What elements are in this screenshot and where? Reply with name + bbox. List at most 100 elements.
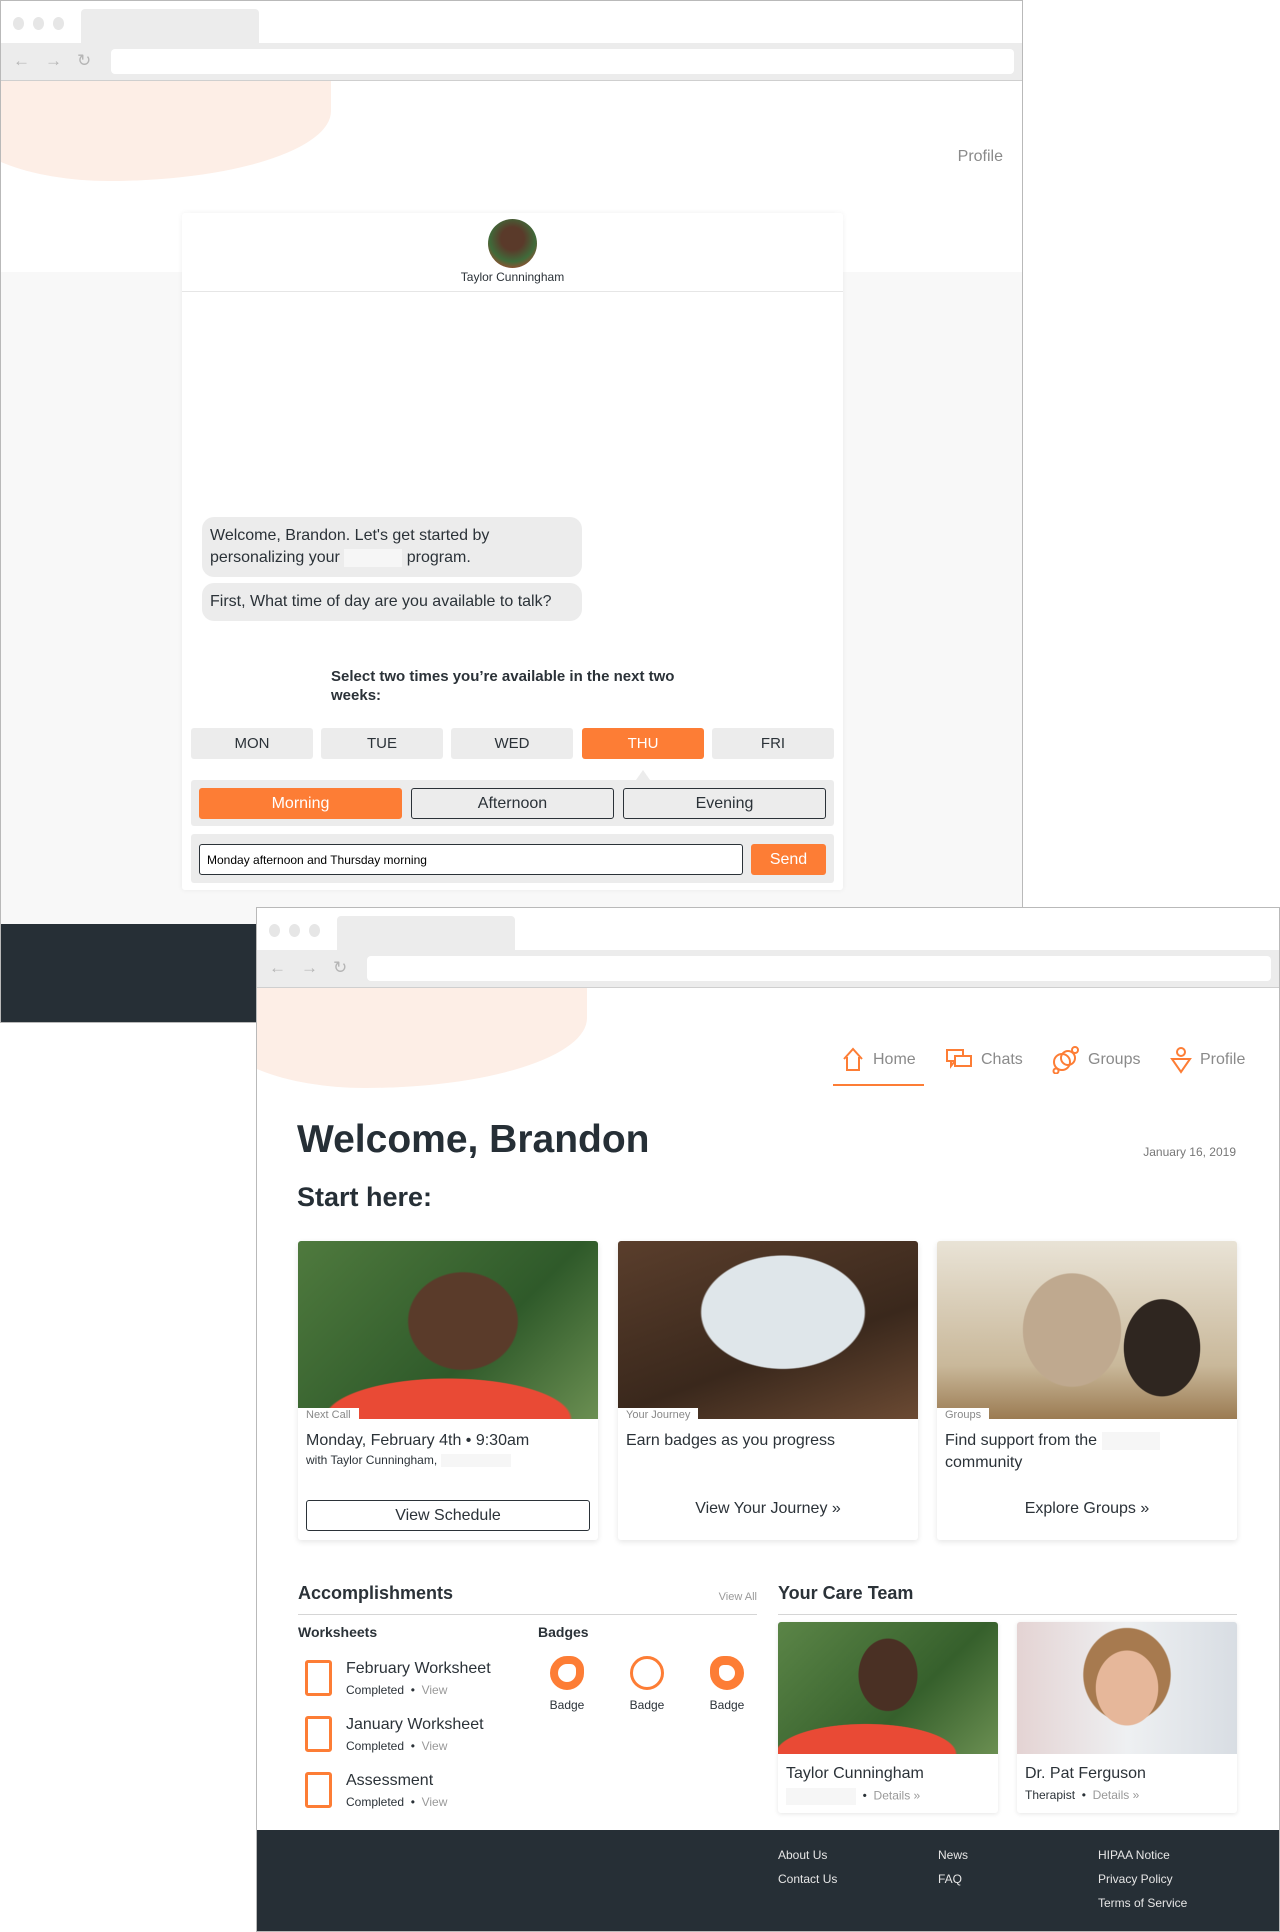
window-control[interactable] (53, 17, 64, 30)
explore-groups-link[interactable]: Explore Groups » (937, 1500, 1237, 1518)
worksheet-status: Completed • View (346, 1683, 448, 1697)
window-control[interactable] (289, 924, 300, 937)
badge-label: Badge (549, 1698, 585, 1712)
chat-message: First, What time of day are you availabl… (202, 583, 582, 621)
member-meta: Therapist • Details » (1025, 1788, 1140, 1802)
view-link[interactable]: View (422, 1795, 448, 1809)
footer-link-faq[interactable]: FAQ (938, 1872, 962, 1886)
instruction: Select two times you’re available in the… (331, 668, 675, 704)
photo-taylor (778, 1622, 998, 1754)
back-icon[interactable]: ← (13, 51, 30, 71)
nav-profile[interactable]: Profile (951, 148, 1003, 166)
message-text: program. (406, 549, 471, 566)
care-team-member[interactable]: Dr. Pat Ferguson Therapist • Details » (1017, 1622, 1237, 1813)
footer-link-contact[interactable]: Contact Us (778, 1872, 837, 1886)
avatar (488, 219, 537, 268)
redacted-text (786, 1788, 856, 1805)
member-role: Therapist (1025, 1788, 1076, 1802)
footer-link-privacy[interactable]: Privacy Policy (1098, 1872, 1173, 1886)
browser-tab[interactable] (81, 9, 259, 43)
nav-groups[interactable]: Groups (1052, 1040, 1140, 1080)
day-wed[interactable]: WED (451, 728, 573, 759)
nav-label: Chats (981, 1051, 1023, 1068)
nav-home[interactable]: Home (841, 1040, 916, 1080)
card-journey: Your Journey Earn badges as you progress… (618, 1241, 918, 1540)
window-control[interactable] (309, 924, 320, 937)
worksheet-status: Completed • View (346, 1739, 448, 1753)
badge[interactable]: Badge (697, 1656, 757, 1712)
footer-link-hipaa[interactable]: HIPAA Notice (1098, 1848, 1170, 1862)
send-button[interactable]: Send (751, 844, 826, 875)
decorative-blob (257, 988, 587, 1088)
badge-icon (550, 1656, 584, 1690)
forward-icon[interactable]: → (45, 51, 62, 71)
photo-map (618, 1241, 918, 1419)
footer-link-news[interactable]: News (938, 1848, 968, 1862)
decorative-blob (1, 81, 331, 181)
status-text: Completed (346, 1795, 405, 1809)
time-evening[interactable]: Evening (623, 788, 826, 819)
nav-label: Groups (1088, 1051, 1141, 1068)
profile-icon (1170, 1047, 1192, 1074)
window-control[interactable] (33, 17, 44, 30)
worksheet-title: Assessment (346, 1772, 434, 1789)
address-bar[interactable] (367, 956, 1271, 981)
title-text: Find support from the (945, 1432, 1098, 1449)
browser-toolbar: ← → ↻ (257, 950, 1279, 988)
document-icon (305, 1716, 332, 1752)
card-title: Earn badges as you progress (626, 1432, 836, 1449)
tab-bar (1, 1, 1022, 43)
footer-link-terms[interactable]: Terms of Service (1098, 1896, 1187, 1910)
day-thu[interactable]: THU (582, 728, 704, 759)
time-morning[interactable]: Morning (199, 788, 402, 819)
view-schedule-button[interactable]: View Schedule (306, 1500, 590, 1531)
details-link[interactable]: Details » (1093, 1788, 1140, 1802)
badge[interactable]: Badge (617, 1656, 677, 1712)
date: January 16, 2019 (1143, 1145, 1236, 1159)
nav-active-underline (833, 1084, 924, 1086)
badge[interactable]: Badge (537, 1656, 597, 1712)
view-all-link[interactable]: View All (690, 1591, 757, 1603)
footer-link-about[interactable]: About Us (778, 1848, 827, 1862)
badge-label: Badge (709, 1698, 745, 1712)
chat-icon (946, 1049, 972, 1069)
details-link[interactable]: Details » (874, 1789, 921, 1803)
badge-icon (630, 1656, 664, 1690)
card-next-call: Next Call Monday, February 4th • 9:30am … (298, 1241, 598, 1540)
nav-label: Home (873, 1051, 916, 1068)
start-here-heading: Start here: (297, 1182, 433, 1212)
status-text: Completed (346, 1739, 405, 1753)
worksheet-title: January Worksheet (346, 1716, 484, 1733)
day-tue[interactable]: TUE (321, 728, 443, 759)
reload-icon[interactable]: ↻ (333, 958, 347, 978)
browser-tab[interactable] (337, 916, 515, 950)
worksheet-status: Completed • View (346, 1795, 448, 1809)
card-tag: Your Journey (618, 1408, 699, 1422)
time-afternoon[interactable]: Afternoon (411, 788, 614, 819)
reload-icon[interactable]: ↻ (77, 51, 91, 71)
badge-label: Badge (629, 1698, 665, 1712)
care-team-member[interactable]: Taylor Cunningham • Details » (778, 1622, 998, 1813)
care-team-heading: Your Care Team (778, 1583, 914, 1603)
window-control[interactable] (13, 17, 24, 30)
subtitle-text: with Taylor Cunningham, (306, 1453, 438, 1467)
message-input[interactable] (199, 844, 743, 875)
forward-icon[interactable]: → (301, 958, 318, 978)
view-link[interactable]: View (422, 1739, 448, 1753)
card-tag: Groups (937, 1408, 990, 1422)
day-mon[interactable]: MON (191, 728, 313, 759)
back-icon[interactable]: ← (269, 958, 286, 978)
nav-profile[interactable]: Profile (1170, 1040, 1245, 1080)
pointer-caret (636, 770, 650, 780)
worksheet-title: February Worksheet (346, 1660, 491, 1677)
tab-bar (257, 908, 1279, 950)
card-groups: Groups Find support from the community E… (937, 1241, 1237, 1540)
day-fri[interactable]: FRI (712, 728, 834, 759)
window-control[interactable] (269, 924, 280, 937)
view-journey-link[interactable]: View Your Journey » (618, 1500, 918, 1518)
view-link[interactable]: View (422, 1683, 448, 1697)
address-bar[interactable] (111, 49, 1014, 74)
nav-chats[interactable]: Chats (945, 1040, 1023, 1080)
nav-label: Profile (1200, 1051, 1246, 1068)
card-subtitle: with Taylor Cunningham, (306, 1453, 511, 1468)
